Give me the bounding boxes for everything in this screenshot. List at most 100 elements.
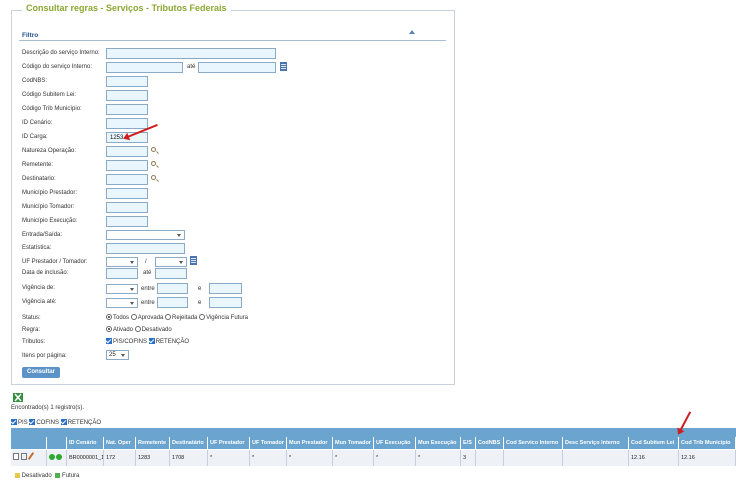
mun-execucao-input[interactable]: [106, 216, 148, 227]
table-cell: BR0000001_1: [67, 450, 104, 466]
status-aprovada-radio[interactable]: Aprovada: [130, 314, 163, 321]
status-rejeitada-radio[interactable]: Rejeitada: [165, 314, 197, 321]
consultar-button[interactable]: Consultar: [22, 367, 60, 378]
table-header[interactable]: UF Prestador: [208, 437, 250, 449]
edit-icon[interactable]: [27, 452, 35, 460]
table-cell: 3: [461, 450, 476, 466]
uf-tomador-select[interactable]: [155, 257, 187, 267]
excel-export-icon[interactable]: [13, 393, 23, 402]
natureza-input[interactable]: [106, 146, 148, 157]
table-header[interactable]: Cod Trib Municipio: [679, 437, 736, 449]
radio-icon: [199, 314, 206, 320]
futura-legend-icon: [55, 473, 61, 478]
regra-radio-group: Ativado Desativado: [106, 326, 172, 333]
codnbs-input[interactable]: [106, 76, 148, 87]
table-cell: [563, 450, 629, 466]
table-header[interactable]: UF Execução: [374, 437, 416, 449]
table-header[interactable]: ID Cenário: [67, 437, 104, 449]
tributos-pis-cofins-checkbox[interactable]: PIS/COFINS: [106, 338, 147, 345]
cod-interno-to-input[interactable]: [198, 62, 276, 73]
vig-de-to-input[interactable]: [209, 283, 242, 294]
regra-desativado-radio[interactable]: Desativado: [134, 326, 172, 333]
table-cell: *: [287, 450, 333, 466]
checkbox-icon: [29, 419, 36, 425]
table-cell: 1708: [170, 450, 208, 466]
data-inclusao-to-input[interactable]: [155, 268, 187, 279]
records-found-text: Encontrado(s) 1 registro(s).: [11, 405, 85, 411]
label-mun-tomador: Município Tomador:: [22, 204, 75, 210]
table-header[interactable]: E/S: [461, 437, 476, 449]
legend: Desativado Futura: [15, 473, 79, 479]
label-e: e: [198, 300, 202, 306]
vig-de-select[interactable]: [106, 284, 138, 294]
filter-retencao-checkbox[interactable]: RETENÇÃO: [60, 419, 101, 426]
checkbox-icon: [11, 419, 17, 425]
label-natureza: Natureza Operação:: [22, 148, 77, 154]
label-e: e: [198, 286, 202, 292]
uf-prestador-select[interactable]: [106, 257, 138, 267]
collapse-arrow-icon[interactable]: [409, 30, 415, 34]
cod-interno-from-input[interactable]: [106, 62, 183, 73]
label-estatistica: Estatística:: [22, 245, 52, 251]
label-vig-de: Vigência de:: [22, 285, 55, 291]
label-entre: entre: [141, 286, 155, 292]
table-header[interactable]: Mun Prestador: [287, 437, 333, 449]
table-cell: *: [416, 450, 461, 466]
table-header-status: [47, 437, 67, 449]
desativado-legend-icon: [15, 473, 20, 478]
view-icon[interactable]: [13, 453, 19, 460]
destinatario-input[interactable]: [106, 174, 148, 185]
table-cell: *: [374, 450, 416, 466]
label-id-carga: ID Carga:: [22, 134, 48, 140]
filter-pis-checkbox[interactable]: PIS: [11, 419, 28, 426]
search-icon[interactable]: [151, 175, 156, 180]
status-radio-group: Todos Aprovada Rejeitada Vigência Futura: [106, 314, 248, 321]
table-header[interactable]: Remetente: [136, 437, 170, 449]
table-header[interactable]: Cod Subitem Lei: [629, 437, 679, 449]
table-cell: 172: [104, 450, 136, 466]
vig-ate-select[interactable]: [106, 298, 138, 308]
table-header[interactable]: Mun Tomador: [333, 437, 374, 449]
id-cenario-input[interactable]: [106, 118, 148, 129]
label-data-inclusao: Data de inclusão:: [22, 270, 69, 276]
status-todos-radio[interactable]: Todos: [106, 314, 129, 321]
page-title: Consultar regras - Serviços - Tributos F…: [22, 3, 231, 13]
desc-interno-input[interactable]: [106, 48, 276, 59]
vig-ate-to-input[interactable]: [209, 297, 242, 308]
table-header[interactable]: UF Tomador: [250, 437, 287, 449]
filter-cofins-checkbox[interactable]: COFINS: [29, 419, 59, 426]
cod-trib-input[interactable]: [106, 104, 148, 115]
regra-ativado-radio[interactable]: Ativado: [106, 326, 133, 333]
table-header[interactable]: Cod Servico Interno: [504, 437, 563, 449]
cod-subitem-input[interactable]: [106, 90, 148, 101]
checkbox-icon: [60, 419, 67, 425]
list-icon[interactable]: [190, 256, 197, 265]
table-header[interactable]: Mun Execução: [416, 437, 461, 449]
label-uf-prest-tom: UF Prestador / Tomador:: [22, 259, 88, 265]
table-header[interactable]: CodNBS: [476, 437, 504, 449]
table-header[interactable]: Nat. Oper: [104, 437, 136, 449]
table-header[interactable]: Destinatário: [170, 437, 208, 449]
mun-prestador-input[interactable]: [106, 188, 148, 199]
radio-icon: [130, 314, 137, 320]
label-codnbs: CodNBS:: [22, 78, 48, 84]
status-vigencia-futura-radio[interactable]: Vigência Futura: [199, 314, 248, 321]
entrada-saida-select[interactable]: [106, 230, 185, 240]
radio-icon: [106, 326, 112, 332]
list-icon[interactable]: [280, 62, 287, 71]
search-icon[interactable]: [151, 161, 156, 166]
data-inclusao-from-input[interactable]: [106, 268, 138, 279]
vig-de-from-input[interactable]: [157, 283, 188, 294]
label-slash: /: [145, 259, 147, 265]
remetente-input[interactable]: [106, 160, 148, 171]
table-header[interactable]: Desc Serviço Interno: [563, 437, 629, 449]
label-cod-subitem: Código Subitem Lei:: [22, 92, 77, 98]
search-icon[interactable]: [151, 147, 156, 152]
mun-tomador-input[interactable]: [106, 202, 148, 213]
copy-icon[interactable]: [20, 453, 27, 460]
tributos-retencao-checkbox[interactable]: RETENÇÃO: [148, 338, 189, 345]
itens-pagina-select[interactable]: 25: [106, 350, 129, 360]
label-tributos: Tributos:: [22, 339, 46, 345]
vig-ate-from-input[interactable]: [157, 297, 188, 308]
estatistica-input[interactable]: [106, 243, 185, 254]
